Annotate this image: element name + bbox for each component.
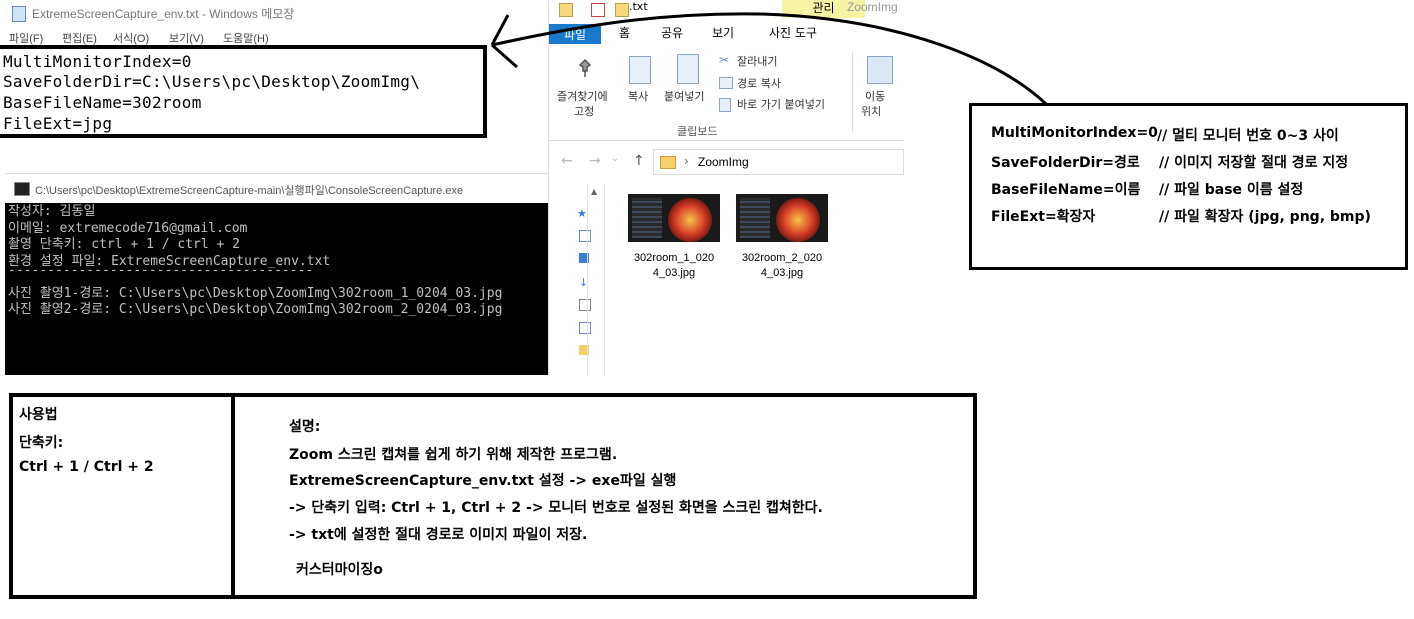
annotation-arrow bbox=[490, 12, 1048, 106]
